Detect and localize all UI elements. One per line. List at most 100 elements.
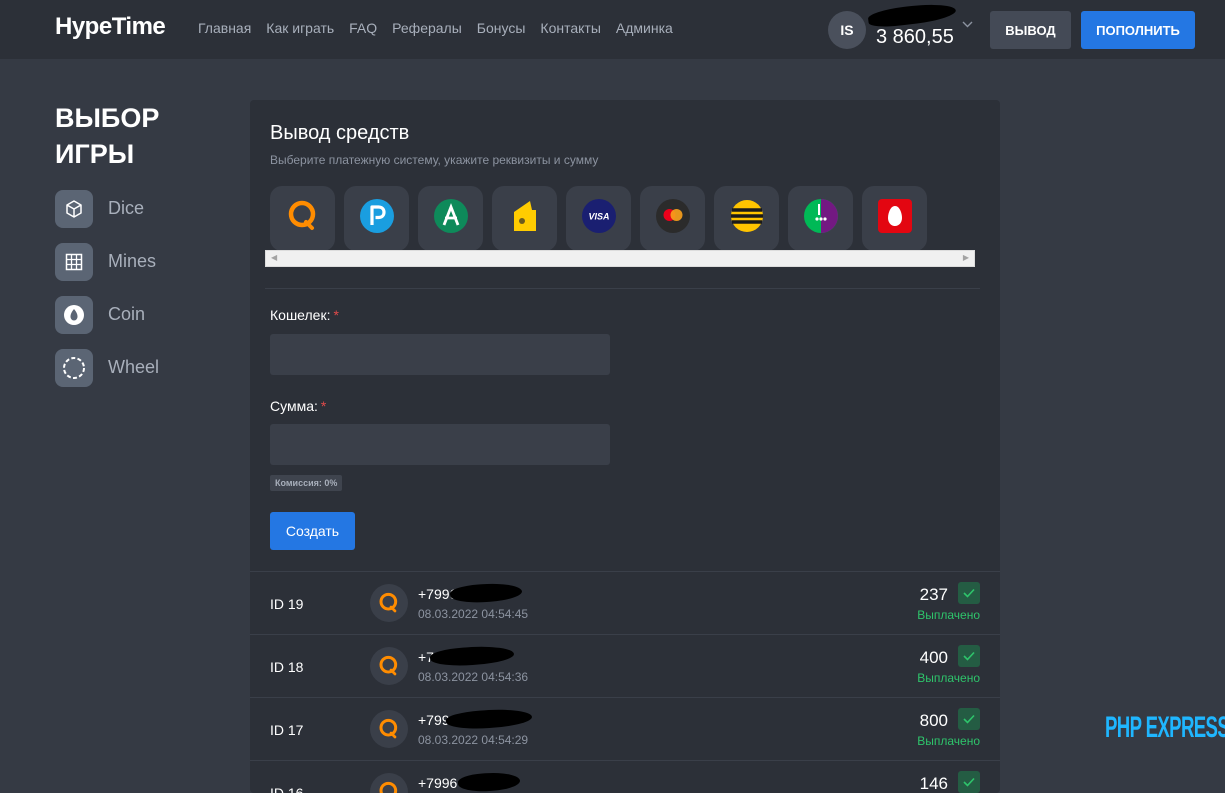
sidebar-item-dice[interactable]: Dice [55,189,159,228]
payeer-icon [359,198,395,239]
advcash-icon [433,198,469,239]
withdrawal-amount: 400 [919,648,948,667]
wallet-label: Кошелек: * [270,307,339,323]
required-mark: * [320,398,327,414]
avatar[interactable]: IS [828,11,866,49]
qiwi-icon [370,773,408,793]
table-row: ID 17 +799 08.03.2022 04:54:29 800 Выпла… [250,697,1000,760]
divider [265,288,980,289]
table-row: ID 16 +7996 146 [250,760,1000,793]
qiwi-icon [370,710,408,748]
withdrawal-id: ID 17 [270,722,304,738]
sidebar-item-wheel[interactable]: Wheel [55,348,159,387]
status-badge: Выплачено [917,671,980,685]
sidebar-item-label: Coin [108,304,146,324]
svg-text:VISA: VISA [588,212,609,222]
redaction-mark [445,707,533,731]
table-row: ID 19 +7996 08.03.2022 04:54:45 237 Выпл… [250,571,1000,634]
withdrawal-id: ID 16 [270,785,304,793]
nav-bonuses[interactable]: Бонусы [477,20,526,36]
amount-label-text: Сумма: [270,398,318,414]
wallet-number: +7996 [418,775,458,791]
payment-method-payeer[interactable] [344,186,409,251]
create-button[interactable]: Создать [270,512,355,550]
qiwi-icon [285,198,321,239]
nav-contacts[interactable]: Контакты [540,20,600,36]
payment-method-advcash[interactable] [418,186,483,251]
payment-method-qiwi[interactable] [270,186,335,251]
payment-method-megafon[interactable] [788,186,853,251]
withdrawal-amount: 237 [919,585,948,604]
wallet-label-text: Кошелек: [270,307,331,323]
fee-badge: Комиссия: 0% [270,475,343,491]
user-menu[interactable]: IS [828,10,866,50]
nav-faq[interactable]: FAQ [349,20,377,36]
grid-icon [55,242,93,281]
chevron-down-icon[interactable] [962,19,973,31]
visa-icon: VISA [581,198,617,239]
withdrawal-panel: Вывод средств Выберите платежную систему… [250,100,1000,793]
beeline-icon [729,198,765,239]
sidebar-item-label: Dice [108,198,145,218]
panel-title: Вывод средств [270,122,410,144]
sidebar-item-label: Mines [108,251,157,271]
username-redaction [867,0,957,30]
withdrawal-date: 08.03.2022 04:54:29 [418,733,529,747]
yoomoney-icon [508,198,542,239]
payment-method-visa[interactable]: VISA [566,186,631,251]
nav-admin[interactable]: Админка [616,20,673,36]
check-icon [958,708,980,730]
table-row: ID 18 +7 08.03.2022 04:54:36 400 Выплаче… [250,634,1000,697]
watermark: PHP EXPRESS [1105,711,1225,744]
nav-referrals[interactable]: Рефералы [392,20,462,36]
top-navbar: HypeTime Главная Как играть FAQ Рефералы… [0,0,1225,59]
withdrawal-id: ID 19 [270,596,304,612]
withdrawal-amount: 146 [919,774,948,793]
qiwi-icon [370,584,408,622]
sidebar-item-mines[interactable]: Mines [55,242,159,281]
scroll-left-icon[interactable]: ◀ [271,253,277,262]
nav-how-to-play[interactable]: Как играть [266,20,334,36]
check-icon [958,645,980,667]
sidebar-item-label: Wheel [108,357,160,377]
withdraw-button[interactable]: ВЫВОД [990,11,1071,49]
main-nav: Главная Как играть FAQ Рефералы Бонусы К… [198,20,673,36]
logo[interactable]: HypeTime [55,13,166,41]
scroll-right-icon[interactable]: ▶ [963,253,969,262]
status-badge: Выплачено [917,608,980,622]
coin-icon [55,295,93,334]
user-balance: 3 860,55 [876,26,954,48]
required-mark: * [333,307,339,323]
check-icon [958,582,980,604]
redaction-mark [429,644,515,668]
withdrawal-amount: 800 [919,711,948,730]
amount-field[interactable] [270,424,610,465]
withdrawal-date: 08.03.2022 04:54:45 [418,607,529,621]
game-list: Dice Mines Coin Wheel [55,189,159,401]
wallet-number: +799 [418,712,450,728]
payment-method-yoomoney[interactable] [492,186,557,251]
check-icon [958,771,980,793]
payment-methods-scrollbar[interactable]: ◀ ▶ [265,250,975,267]
amount-label: Сумма: * [270,398,326,414]
status-badge: Выплачено [917,734,980,748]
redaction-mark [449,581,523,605]
payment-method-mts[interactable] [862,186,927,251]
qiwi-icon [370,647,408,685]
payment-method-mastercard[interactable] [640,186,705,251]
megafon-icon [803,198,839,239]
redaction-mark [457,770,521,793]
withdrawal-id: ID 18 [270,659,304,675]
payment-method-beeline[interactable] [714,186,779,251]
withdrawal-date: 08.03.2022 04:54:36 [418,670,529,684]
sidebar-title: ВЫБОР ИГРЫ [55,103,160,169]
panel-subtitle: Выберите платежную систему, укажите рекв… [270,153,599,167]
payment-methods: VISA [270,186,927,251]
wallet-field[interactable] [270,334,610,375]
sidebar-item-coin[interactable]: Coin [55,295,159,334]
wheel-icon [55,348,93,387]
nav-home[interactable]: Главная [198,20,251,36]
mastercard-icon [655,198,691,239]
deposit-button[interactable]: ПОПОЛНИТЬ [1081,11,1195,49]
mts-icon [877,198,913,239]
